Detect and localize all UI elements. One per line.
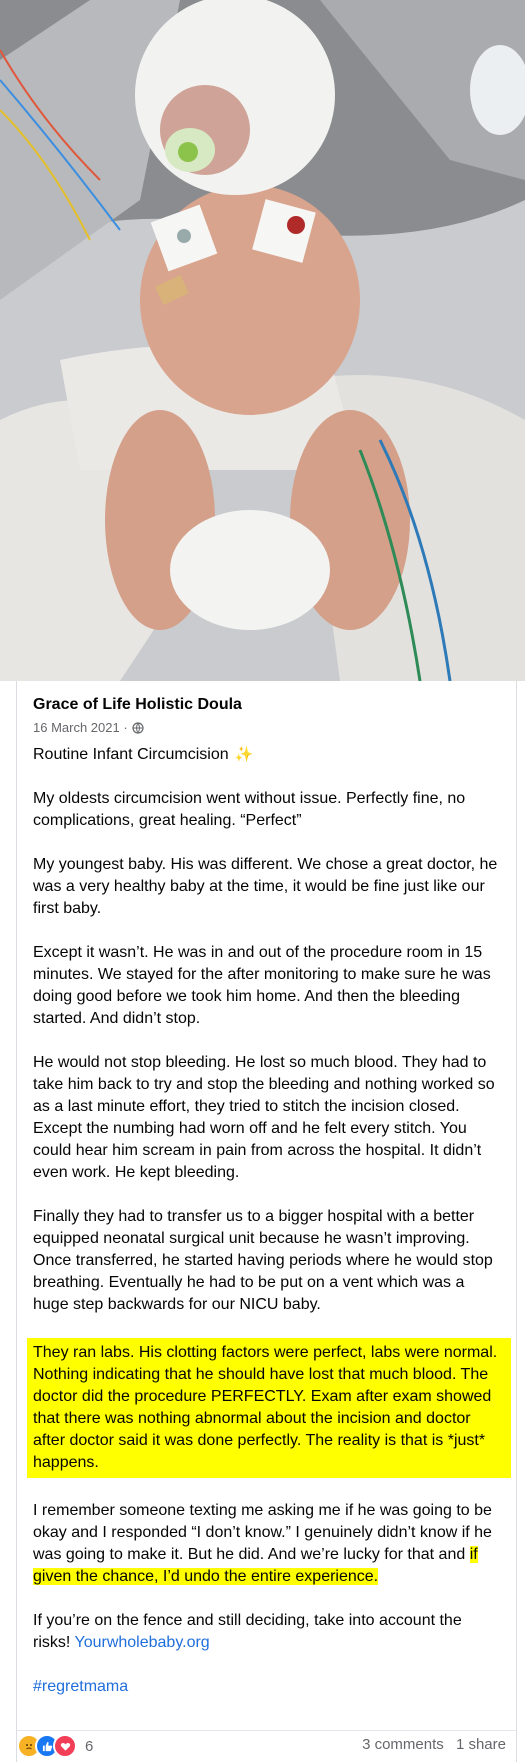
post-card: Grace of Life Holistic Doula 16 March 20… [16, 681, 517, 1762]
hashtag-link[interactable]: #regretmama [33, 1676, 503, 1698]
website-link[interactable]: Yourwholebaby.org [74, 1634, 209, 1651]
post-meta: 16 March 2021 · [33, 720, 144, 735]
reaction-summary[interactable]: 6 [17, 1734, 93, 1758]
post-title-line: Routine Infant Circumcision ✨ [33, 744, 503, 766]
post-body: Routine Infant Circumcision ✨ My oldests… [27, 744, 511, 1720]
sparkles-icon: ✨ [234, 746, 254, 763]
shares-count[interactable]: 1 share [456, 1736, 506, 1753]
post-paragraph-closing: If you’re on the fence and still decidin… [33, 1610, 503, 1654]
highlighted-paragraph: They ran labs. His clotting factors were… [27, 1338, 511, 1478]
post-paragraph: My youngest baby. His was different. We … [33, 856, 498, 917]
post-title: Routine Infant Circumcision [33, 746, 229, 763]
engagement-stats: 3 comments 1 share [354, 1736, 506, 1753]
comments-count[interactable]: 3 comments [362, 1736, 444, 1753]
infant-photo-image [0, 0, 525, 681]
post-paragraph: My oldests circumcision went without iss… [33, 790, 466, 829]
post-paragraph: He would not stop bleeding. He lost so m… [33, 1054, 495, 1181]
remember-text: I remember someone texting me asking me … [33, 1502, 492, 1563]
post-footer: 6 3 comments 1 share [17, 1734, 516, 1758]
post-date[interactable]: 16 March 2021 · [33, 720, 128, 735]
footer-divider [17, 1730, 516, 1731]
globe-icon [132, 721, 144, 734]
reaction-count: 6 [85, 1737, 94, 1755]
love-reaction-icon [53, 1734, 77, 1758]
post-paragraph: Finally they had to transfer us to a big… [33, 1208, 493, 1313]
post-author[interactable]: Grace of Life Holistic Doula [33, 696, 242, 714]
post-paragraph-remember: I remember someone texting me asking me … [33, 1500, 503, 1588]
post-photo[interactable] [0, 0, 525, 681]
post-paragraph: Except it wasn’t. He was in and out of t… [33, 944, 491, 1027]
